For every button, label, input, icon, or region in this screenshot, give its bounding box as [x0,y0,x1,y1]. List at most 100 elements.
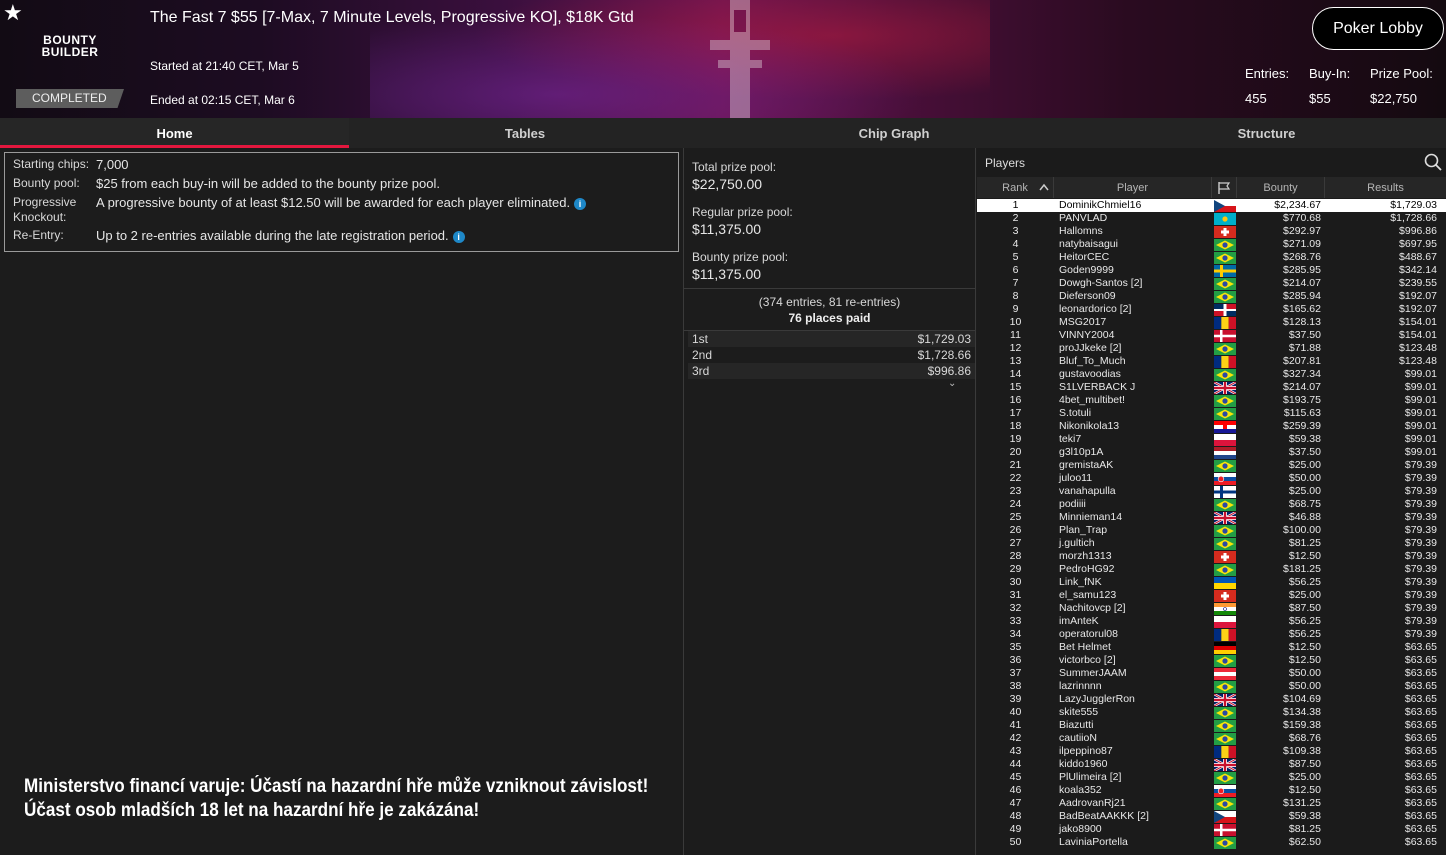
player-row[interactable]: 38 lazrinnnn $50.00 $63.65 [977,680,1446,693]
player-name: lazrinnnn [1059,680,1102,692]
player-rank: 26 [1009,524,1022,536]
column-bounty[interactable]: Bounty [1237,177,1325,198]
player-row[interactable]: 16 4bet_multibet! $193.75 $99.01 [977,394,1446,407]
player-row[interactable]: 46 koala352 $12.50 $63.65 [977,784,1446,797]
player-row[interactable]: 5 HeitorCEC $268.76 $488.67 [977,251,1446,264]
player-row[interactable]: 11 VINNY2004 $37.50 $154.01 [977,329,1446,342]
favorite-star-icon[interactable]: ★ [3,0,23,26]
player-row[interactable]: 31 el_samu123 $25.00 $79.39 [977,589,1446,602]
info-icon[interactable]: i [452,231,465,243]
player-row[interactable]: 39 LazyJugglerRon $104.69 $63.65 [977,693,1446,706]
player-row[interactable]: 33 imAnteK $56.25 $79.39 [977,615,1446,628]
tab-chip-graph[interactable]: Chip Graph [701,118,1087,148]
player-row[interactable]: 48 BadBeatAAKKK [2] $59.38 $63.65 [977,810,1446,823]
player-row[interactable]: 47 AadrovanRj21 $131.25 $63.65 [977,797,1446,810]
player-row[interactable]: 28 morzh1313 $12.50 $79.39 [977,550,1446,563]
country-flag-icon [1218,181,1231,194]
player-row[interactable]: 40 skite555 $134.38 $63.65 [977,706,1446,719]
player-row[interactable]: 22 juloo11 $50.00 $79.39 [977,472,1446,485]
country-flag [1212,524,1237,537]
player-row[interactable]: 27 j.gultich $81.25 $79.39 [977,537,1446,550]
country-flag [1212,693,1237,706]
payout-list[interactable]: 1st $1,729.03 2nd $1,728.66 3rd $996.86 [688,331,975,379]
country-flag [1212,810,1237,823]
player-row[interactable]: 20 g3l10p1A $37.50 $99.01 [977,446,1446,459]
player-rank: 39 [1009,693,1022,705]
player-rank: 45 [1009,771,1022,783]
player-row[interactable]: 44 kiddo1960 $87.50 $63.65 [977,758,1446,771]
flag-do-icon [1213,303,1236,316]
player-row[interactable]: 37 SummerJAAM $50.00 $63.65 [977,667,1446,680]
player-row[interactable]: 7 Dowgh-Santos [2] $214.07 $239.55 [977,277,1446,290]
player-row[interactable]: 15 S1LVERBACK J $214.07 $99.01 [977,381,1446,394]
player-row[interactable]: 49 jako8900 $81.25 $63.65 [977,823,1446,836]
player-row[interactable]: 26 Plan_Trap $100.00 $79.39 [977,524,1446,537]
info-key: Progressive Knockout: [13,195,77,224]
players-table-header: Rank Player Bounty Results [977,177,1446,198]
player-row[interactable]: 14 gustavoodias $327.34 $99.01 [977,368,1446,381]
flag-br-icon [1213,719,1236,732]
player-result: $79.39 [1404,602,1437,614]
poker-lobby-button[interactable]: Poker Lobby [1312,7,1444,50]
player-result: $1,729.03 [1390,199,1437,211]
regular-prize-pool: Regular prize pool: $11,375.00 [692,205,793,237]
player-result: $63.65 [1404,641,1437,653]
chevron-down-icon[interactable]: ⌄ [948,378,956,389]
column-flag[interactable] [1212,177,1237,198]
flag-gb-icon [1213,758,1236,771]
column-player-label: Player [1116,181,1149,194]
tab-home[interactable]: Home [0,118,349,148]
country-flag [1212,667,1237,680]
tab-tables[interactable]: Tables [349,118,701,148]
player-row[interactable]: 21 gremistaAK $25.00 $79.39 [977,459,1446,472]
column-results[interactable]: Results [1325,177,1446,198]
country-flag [1212,745,1237,758]
player-row[interactable]: 19 teki7 $59.38 $99.01 [977,433,1446,446]
player-rank: 17 [1009,407,1022,419]
player-row[interactable]: 23 vanahapulla $25.00 $79.39 [977,485,1446,498]
player-row[interactable]: 8 Dieferson09 $285.94 $192.07 [977,290,1446,303]
player-row[interactable]: 30 Link_fNK $56.25 $79.39 [977,576,1446,589]
player-row[interactable]: 10 MSG2017 $128.13 $154.01 [977,316,1446,329]
country-flag [1212,238,1237,251]
player-row[interactable]: 3 Hallomns $292.97 $996.86 [977,225,1446,238]
player-bounty: $59.38 [1288,433,1321,445]
player-row[interactable]: 50 LaviniaPortella $62.50 $63.65 [977,836,1446,849]
player-row[interactable]: 45 PlUlimeira [2] $25.00 $63.65 [977,771,1446,784]
search-icon[interactable] [1424,153,1442,171]
column-rank[interactable]: Rank [977,177,1054,198]
player-name: jako8900 [1059,823,1102,835]
column-player[interactable]: Player [1054,177,1212,198]
player-row[interactable]: 43 ilpeppino87 $109.38 $63.65 [977,745,1446,758]
player-row[interactable]: 4 natybaisagui $271.09 $697.95 [977,238,1446,251]
player-row[interactable]: 41 Biazutti $159.38 $63.65 [977,719,1446,732]
player-row[interactable]: 24 podiiii $68.75 $79.39 [977,498,1446,511]
player-name: LazyJugglerRon [1059,693,1135,705]
player-row[interactable]: 18 Nikonikola13 $259.39 $99.01 [977,420,1446,433]
player-row[interactable]: 25 Minnieman14 $46.88 $79.39 [977,511,1446,524]
player-row[interactable]: 9 leonardorico [2] $165.62 $192.07 [977,303,1446,316]
places-paid: 76 places paid [788,311,871,325]
player-result: $63.65 [1404,706,1437,718]
player-row[interactable]: 6 Goden9999 $285.95 $342.14 [977,264,1446,277]
player-row[interactable]: 17 S.totuli $115.63 $99.01 [977,407,1446,420]
player-row[interactable]: 36 victorbco [2] $12.50 $63.65 [977,654,1446,667]
player-bounty: $62.50 [1288,836,1321,848]
player-row[interactable]: 2 PANVLAD $770.68 $1,728.66 [977,212,1446,225]
player-bounty: $25.00 [1288,459,1321,471]
player-name: 4bet_multibet! [1059,394,1125,406]
player-name: el_samu123 [1059,589,1117,601]
flag-in-icon [1213,602,1236,615]
player-rank: 24 [1009,498,1022,510]
info-icon[interactable]: i [574,198,587,210]
tab-structure[interactable]: Structure [1087,118,1446,148]
player-row[interactable]: 35 Bet Helmet $12.50 $63.65 [977,641,1446,654]
player-row[interactable]: 1 DominikChmiel16 $2,234.67 $1,729.03 [977,199,1446,212]
country-flag [1212,563,1237,576]
player-row[interactable]: 34 operatorul08 $56.25 $79.39 [977,628,1446,641]
player-row[interactable]: 29 PedroHG92 $181.25 $79.39 [977,563,1446,576]
player-row[interactable]: 13 Bluf_To_Much $207.81 $123.48 [977,355,1446,368]
player-row[interactable]: 42 cautiioN $68.76 $63.65 [977,732,1446,745]
player-row[interactable]: 32 Nachitovcp [2] $87.50 $79.39 [977,602,1446,615]
player-row[interactable]: 12 proJJkeke [2] $71.88 $123.48 [977,342,1446,355]
